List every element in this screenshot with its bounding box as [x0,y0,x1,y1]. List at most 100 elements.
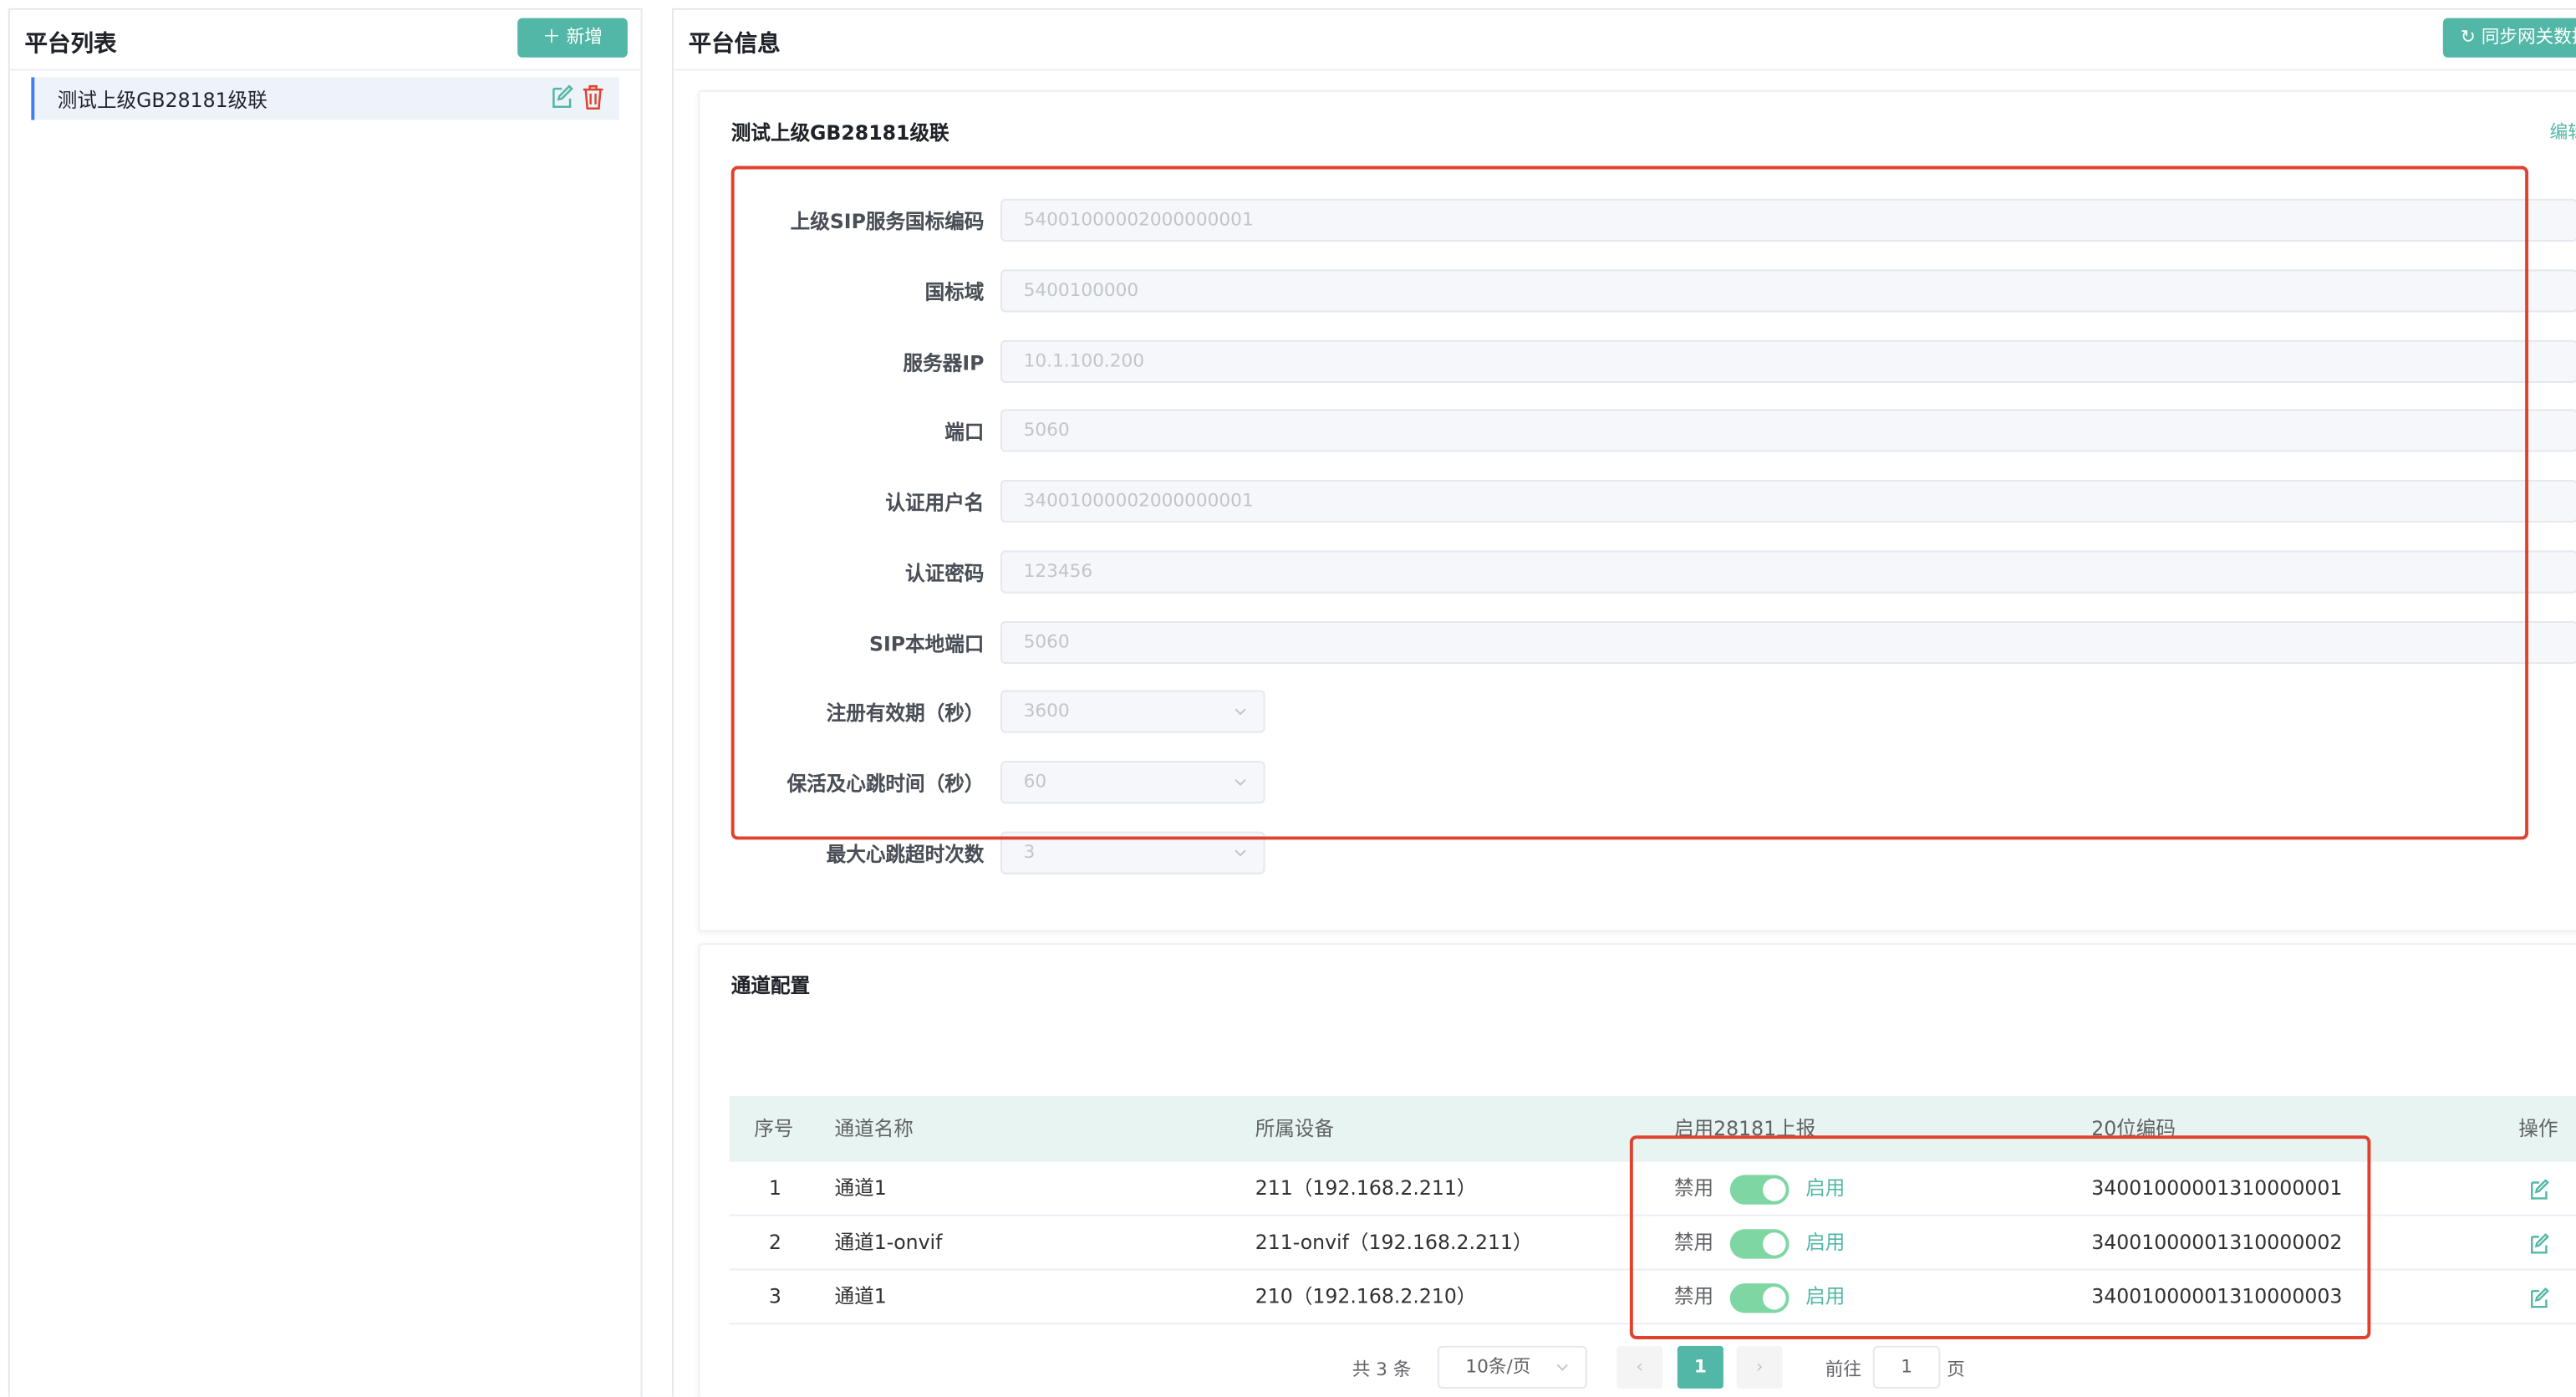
edit-icon[interactable] [2528,1287,2550,1310]
page-size-select[interactable]: 10条/页 [1437,1345,1587,1389]
form-row-sip-local-port: SIP本地端口 5060 [700,620,2576,665]
platform-name: 测试上级GB28181级联 [57,89,267,112]
field-label: 注册有效期（秒） [826,701,985,725]
form-row-server-ip: 服务器IP 10.1.100.200 [700,339,2576,383]
prev-page-button[interactable]: ‹ [1616,1345,1663,1389]
edit-platform-link[interactable]: 编辑 [2550,119,2576,145]
server-ip-input[interactable]: 10.1.100.200 [1000,339,2576,383]
sync-gateway-button[interactable]: ↻ 同步网关数据 [2442,18,2576,58]
app-stage: 平台列表 ＋ 新增 测试上级GB28181级联 平台信息 ↻ 同步网关数据 测试… [0,0,2576,1397]
form-row-heartbeat: 保活及心跳时间（秒） 60 [700,761,2576,804]
select-value: 60 [1023,770,1047,793]
channel-config-card: 通道配置 序号 通道名称 所属设备 启用28181上报 20位编码 操作 1 通… [698,943,2576,1397]
page-suffix-label: 页 [1947,1359,1965,1381]
platform-list-title: 平台列表 [24,31,117,58]
page-size-value: 10条/页 [1465,1355,1531,1378]
add-platform-button[interactable]: ＋ 新增 [517,18,628,58]
device-name: 210（192.168.2.210） [1255,1285,1477,1308]
device-name: 211（192.168.2.211） [1255,1176,1477,1200]
pagination-total: 共 3 条 [1352,1359,1412,1381]
field-label: 端口 [944,421,985,444]
switch-off-label: 禁用 [1673,1231,1714,1254]
report-switch-cell: 禁用 启用 [1673,1270,1845,1324]
select-value: 3600 [1023,700,1070,721]
channel-name: 通道1 [834,1285,887,1308]
row-index: 3 [768,1285,781,1308]
pagination: 共 3 条 10条/页 ‹ 1 › 前往 1 页 [700,1344,2576,1390]
next-page-button[interactable]: › [1736,1345,1783,1389]
channel-config-title: 通道配置 [731,974,811,998]
field-label: 认证密码 [905,562,985,585]
chevron-down-icon [1235,849,1246,857]
report-switch-cell: 禁用 启用 [1673,1162,1845,1216]
form-row-register-expiry: 注册有效期（秒） 3600 [700,690,2576,733]
port-input[interactable]: 5060 [1000,409,2576,452]
form-row-auth-password: 认证密码 123456 [700,550,2576,594]
channel-table: 序号 通道名称 所属设备 启用28181上报 20位编码 操作 1 通道1 21… [729,1096,2576,1325]
column-header: 序号 [754,1117,794,1141]
switch-off-label: 禁用 [1673,1176,1714,1200]
platform-detail-title: 测试上级GB28181级联 [731,121,949,145]
register-expiry-select[interactable]: 3600 [1000,690,1265,733]
field-label: 服务器IP [903,351,985,375]
edit-icon[interactable] [550,84,573,110]
switch-off-label: 禁用 [1673,1285,1714,1308]
row-index: 1 [768,1176,781,1200]
platform-detail-card: 测试上级GB28181级联 编辑 上级SIP服务国标编码 54001000002… [698,90,2576,932]
channel-name: 通道1-onvif [834,1231,943,1254]
column-header: 所属设备 [1255,1117,1335,1141]
platform-list-item[interactable]: 测试上级GB28181级联 [31,77,620,120]
auth-username-input[interactable]: 34001000002000000001 [1000,479,2576,523]
max-timeout-select[interactable]: 3 [1000,831,1265,874]
platform-info-header: 平台信息 ↻ 同步网关数据 [673,10,2576,71]
table-header: 序号 通道名称 所属设备 启用28181上报 20位编码 操作 [729,1096,2576,1162]
chevron-down-icon [1235,778,1246,786]
platform-list-panel: 平台列表 ＋ 新增 测试上级GB28181级联 [8,8,643,1397]
column-header: 通道名称 [834,1117,914,1141]
column-header: 启用28181上报 [1673,1117,1816,1141]
report-toggle[interactable] [1729,1283,1789,1313]
channel-code: 34001000001310000002 [2091,1231,2343,1254]
report-toggle[interactable] [1729,1229,1789,1259]
row-index: 2 [768,1231,781,1254]
form-row-domain: 国标域 5400100000 [700,269,2576,313]
edit-icon[interactable] [2528,1232,2550,1256]
column-header: 20位编码 [2091,1117,2176,1141]
sip-code-input[interactable]: 54001000002000000001 [1000,198,2576,242]
chevron-down-icon [1235,708,1246,716]
page-number-current[interactable]: 1 [1677,1345,1723,1389]
column-header: 操作 [2518,1117,2558,1141]
form-row-port: 端口 5060 [700,409,2576,452]
auth-password-input[interactable]: 123456 [1000,550,2576,594]
field-label: 上级SIP服务国标编码 [790,210,985,234]
platform-info-title: 平台信息 [688,31,781,58]
channel-name: 通道1 [834,1176,887,1200]
channel-code: 34001000001310000001 [2091,1176,2343,1200]
goto-page-input[interactable]: 1 [1872,1345,1941,1389]
domain-input[interactable]: 5400100000 [1000,269,2576,313]
edit-icon[interactable] [2528,1178,2550,1201]
chevron-down-icon [1556,1364,1568,1371]
form-row-max-timeout: 最大心跳超时次数 3 [700,831,2576,874]
toggle-knob [1763,1178,1786,1201]
report-toggle[interactable] [1729,1175,1789,1205]
table-row: 3 通道1 210（192.168.2.210） 禁用 启用 340010000… [729,1270,2576,1325]
switch-on-label: 启用 [1805,1231,1845,1254]
toggle-knob [1763,1232,1786,1256]
sip-local-port-input[interactable]: 5060 [1000,620,2576,665]
delete-icon[interactable] [582,84,605,110]
channel-code: 34001000001310000003 [2091,1285,2343,1308]
field-label: 认证用户名 [885,491,985,515]
device-name: 211-onvif（192.168.2.211） [1255,1231,1533,1254]
table-row: 2 通道1-onvif 211-onvif（192.168.2.211） 禁用 … [729,1216,2576,1271]
platform-info-panel: 平台信息 ↻ 同步网关数据 测试上级GB28181级联 编辑 上级SIP服务国标… [671,8,2576,1397]
heartbeat-select[interactable]: 60 [1000,761,1265,804]
goto-label: 前往 [1825,1359,1862,1381]
toggle-knob [1763,1287,1786,1310]
field-label: 最大心跳超时次数 [826,843,985,866]
switch-on-label: 启用 [1805,1285,1845,1308]
form-row-auth-user: 认证用户名 34001000002000000001 [700,479,2576,523]
field-label: 保活及心跳时间（秒） [787,772,985,796]
platform-list-header: 平台列表 ＋ 新增 [9,10,641,71]
switch-on-label: 启用 [1805,1176,1845,1200]
